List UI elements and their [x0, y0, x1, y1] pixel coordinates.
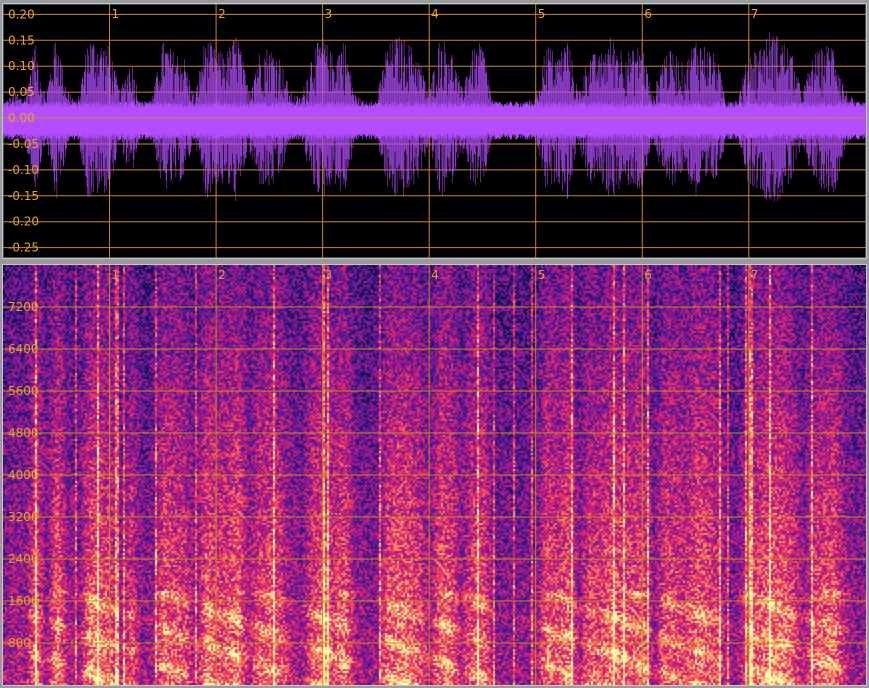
waveform-chart: 0.20 0.15 0.10 0.05 0.00 -0.05 -0.10 -0.15 -0.20…: [3, 4, 866, 258]
wave-ytick-label: -0.05: [8, 137, 39, 151]
wave-ytick-label: 0.20: [8, 7, 35, 21]
wave-ytick-label: -0.25: [8, 241, 39, 255]
spec-marker-label: 6: [644, 268, 652, 282]
wave-marker-label: 1: [112, 7, 120, 21]
spec-marker-label: 7: [751, 268, 759, 282]
wave-marker-label: 3: [325, 7, 333, 21]
spec-ytick-label: 2400: [8, 552, 39, 566]
wave-marker-label: 5: [538, 7, 546, 21]
spec-marker-label: 3: [325, 268, 333, 282]
spec-marker-label: 1: [112, 268, 120, 282]
spec-marker-label: 5: [538, 268, 546, 282]
wave-ytick-label: 0.00: [8, 111, 35, 125]
spectrogram-panel[interactable]: 7200 6400 5600 4800 4000 3200 2400 1600 800 1 2 3 4 5…: [2, 264, 867, 686]
waveform-core: [3, 101, 866, 140]
spec-ytick-label: 3200: [8, 510, 39, 524]
spec-ytick-label: 800: [8, 636, 31, 650]
spec-marker-label: 4: [431, 268, 439, 282]
wave-marker-label: 4: [431, 7, 439, 21]
wave-marker-label: 6: [644, 7, 652, 21]
spec-ytick-label: 5600: [8, 384, 39, 398]
wave-ytick-label: 0.10: [8, 59, 35, 73]
wave-ytick-label: 0.05: [8, 85, 35, 99]
spec-ytick-label: 4000: [8, 468, 39, 482]
spec-ytick-label: 6400: [8, 342, 39, 356]
spectrogram-chart: 7200 6400 5600 4800 4000 3200 2400 1600 800 1 2 3 4 5…: [3, 265, 866, 685]
waveform-panel[interactable]: 0.20 0.15 0.10 0.05 0.00 -0.05 -0.10 -0.15 -0.20…: [2, 3, 867, 259]
wave-marker-label: 2: [218, 7, 226, 21]
wave-ytick-label: -0.20: [8, 215, 39, 229]
spec-ytick-label: 1600: [8, 594, 39, 608]
wave-ytick-label: -0.10: [8, 163, 39, 177]
wave-ytick-label: -0.15: [8, 189, 39, 203]
wave-ytick-label: 0.15: [8, 33, 35, 47]
spec-ytick-label: 7200: [8, 300, 39, 314]
spec-marker-label: 2: [218, 268, 226, 282]
wave-marker-label: 7: [751, 7, 759, 21]
spec-ytick-label: 4800: [8, 426, 39, 440]
